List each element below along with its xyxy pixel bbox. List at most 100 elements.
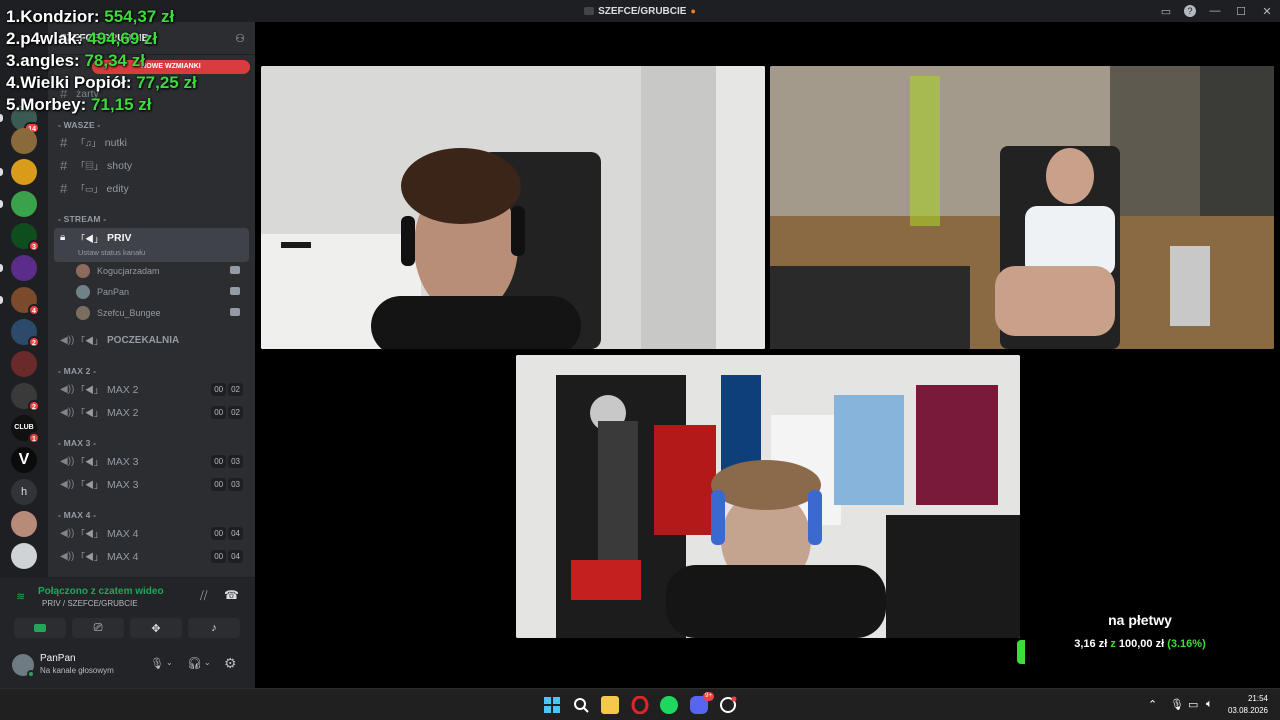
microphone-icon[interactable]: 🎙︎ [1170, 698, 1184, 711]
headphones-icon[interactable]: 🎧︎ [187, 656, 202, 670]
donor-amount: 494,69 zł [87, 29, 158, 48]
category-max4[interactable]: - MAX 4 - [58, 510, 96, 520]
rank: 2. [6, 29, 21, 48]
leaderboard-row: 4.Wielki Popiół: 77,25 zł [6, 72, 197, 94]
server-icon-8[interactable]: 2 [11, 319, 40, 348]
spotify-icon[interactable] [660, 696, 678, 714]
help-icon[interactable]: ? [1184, 5, 1196, 17]
channel-label: MAX 3 [107, 478, 139, 491]
add-member-icon[interactable]: ⚇ [235, 32, 245, 45]
voice-user[interactable]: Kogucjarzadam [76, 261, 246, 280]
category-max2[interactable]: - MAX 2 - [58, 366, 96, 376]
server-icon-11[interactable] [11, 511, 37, 537]
leaderboard-row: 5.Morbey: 71,15 zł [6, 94, 197, 116]
maximize-button[interactable]: ☐ [1228, 5, 1254, 18]
taskbar: 9+ ⌃ 🎙︎ ▭ 🔈︎ 21:54 03.08.2026 [0, 688, 1280, 720]
file-explorer-icon[interactable] [601, 696, 619, 714]
soundboard-button[interactable]: ♪ [188, 618, 240, 638]
lock-icon: 🔒︎ [60, 232, 66, 243]
channel-max2[interactable]: ◀)) 「◀」 MAX 2 00 02 [54, 379, 249, 400]
camera-button[interactable] [14, 618, 66, 638]
voice-user[interactable]: PanPan [76, 282, 246, 301]
channel-shoty[interactable]: # 「▤」 shoty [54, 155, 249, 176]
chevron-down-icon[interactable]: ⌄ [166, 658, 173, 667]
category-stream[interactable]: - STREAM - [58, 214, 106, 224]
donation-progress-bar [1017, 640, 1025, 664]
channel-nutki[interactable]: # 「♫」 nutki [54, 132, 249, 153]
window-title-text: SZEFCE/GRUBCIE [598, 5, 687, 17]
category-max3[interactable]: - MAX 3 - [58, 438, 96, 448]
chevron-down-icon[interactable]: ⌄ [204, 658, 211, 667]
chevron-up-icon[interactable]: ⌃ [1148, 698, 1157, 711]
microphone-icon[interactable]: 🎙︎ [150, 657, 164, 670]
channel-max3[interactable]: ◀)) 「◀」 MAX 3 00 03 [54, 451, 249, 472]
server-icon-5[interactable]: 3 [11, 223, 40, 252]
video-tile-1[interactable] [261, 66, 765, 349]
channel-max4[interactable]: ◀)) 「◀」 MAX 4 00 04 [54, 523, 249, 544]
donation-goal: na płetwy 3,16 zł z 100,00 zł (3.16%) [1030, 612, 1250, 650]
server-icon-7[interactable]: 4 [0, 287, 40, 316]
server-icon-h[interactable]: h [11, 479, 37, 505]
discord-badge: 9+ [703, 692, 714, 701]
user-name: PanPan [40, 653, 76, 664]
noise-suppression-icon[interactable]: ⧸⧸ [200, 590, 207, 603]
server-icon-v[interactable]: V [11, 447, 37, 473]
discord-icon[interactable]: 9+ [690, 692, 714, 714]
leaderboard-row: 3.angles: 78,34 zł [6, 50, 197, 72]
server-icon-10[interactable]: 2 [11, 383, 40, 412]
donor-name: Kondzior: [20, 7, 100, 26]
inbox-icon[interactable]: ▭ [1154, 5, 1178, 18]
minimize-button[interactable]: — [1202, 5, 1228, 17]
count-current: 00 [211, 383, 227, 396]
user-count: 00 03 [211, 455, 243, 468]
channel-label: MAX 2 [107, 406, 139, 419]
category-wasze[interactable]: - WASZE - [58, 120, 100, 130]
channel-priv[interactable]: 🔒︎ 「◀」 PRIV Ustaw status kanału [54, 228, 249, 262]
volume-icon[interactable]: 🔈︎ [1206, 698, 1213, 711]
donation-goal-amount: 100,00 zł [1118, 638, 1165, 650]
signal-icon[interactable]: ≋ [16, 590, 25, 603]
channel-edity[interactable]: # 「▭」 edity [54, 178, 249, 199]
windows-start-icon[interactable] [543, 696, 561, 714]
voice-user[interactable]: Szefcu_Bungee [76, 303, 246, 322]
server-badge: 2 [28, 400, 40, 412]
channel-poczekalnia[interactable]: ◀)) 「◀」 POCZEKALNIA [54, 330, 249, 351]
server-icon-club[interactable]: CLUB 1 [11, 415, 40, 444]
set-channel-status[interactable]: Ustaw status kanału [78, 248, 145, 257]
server-icon-3[interactable] [0, 159, 37, 185]
voice-status[interactable]: Połączono z czatem wideo [38, 586, 164, 597]
activities-button[interactable]: ✥ [130, 618, 182, 638]
video-tile-3[interactable] [516, 355, 1020, 638]
speaker-icon: 「◀」 [76, 552, 104, 562]
clock[interactable]: 21:54 03.08.2026 [1228, 693, 1268, 717]
speaker-icon: 「◀」 [76, 529, 104, 539]
screen-share-button[interactable]: ⎚ [72, 618, 124, 638]
server-icon-9[interactable] [11, 351, 37, 377]
server-icon-6[interactable] [0, 255, 37, 281]
channel-max3[interactable]: ◀)) 「◀」 MAX 3 00 03 [54, 474, 249, 495]
server-letter: h [11, 479, 37, 505]
server-icon-12[interactable] [11, 543, 37, 569]
unread-pip [0, 200, 3, 208]
count-limit: 04 [228, 527, 243, 540]
channel-max2[interactable]: ◀)) 「◀」 MAX 2 00 02 [54, 402, 249, 423]
server-icon-2[interactable] [11, 128, 37, 154]
gear-icon[interactable]: ⚙ [224, 655, 237, 672]
obs-icon[interactable] [719, 696, 737, 714]
close-button[interactable]: ✕ [1254, 5, 1280, 18]
opera-icon[interactable] [631, 695, 649, 715]
search-icon[interactable] [572, 696, 590, 714]
channel-max4[interactable]: ◀)) 「◀」 MAX 4 00 04 [54, 546, 249, 567]
voice-channel[interactable]: PRIV / SZEFCE/GRUBCIE [42, 599, 138, 608]
network-icon[interactable]: ▭ [1188, 698, 1198, 711]
speaker-icon: 「◀」 [76, 480, 104, 490]
user-area[interactable]: PanPan Na kanale głosowym 🎙︎ ⌄ 🎧︎ ⌄ ⚙ [12, 651, 252, 681]
speaker-icon: 「◀」 [76, 385, 104, 395]
video-tile-2[interactable] [770, 66, 1274, 349]
unread-pip [0, 114, 3, 122]
disconnect-icon[interactable]: ☎ [224, 588, 239, 602]
user-count: 00 02 [211, 383, 243, 396]
window-title: SZEFCE/GRUBCIE ● [584, 6, 696, 17]
server-icon-4[interactable] [0, 191, 37, 217]
donor-name: angles: [20, 51, 80, 70]
